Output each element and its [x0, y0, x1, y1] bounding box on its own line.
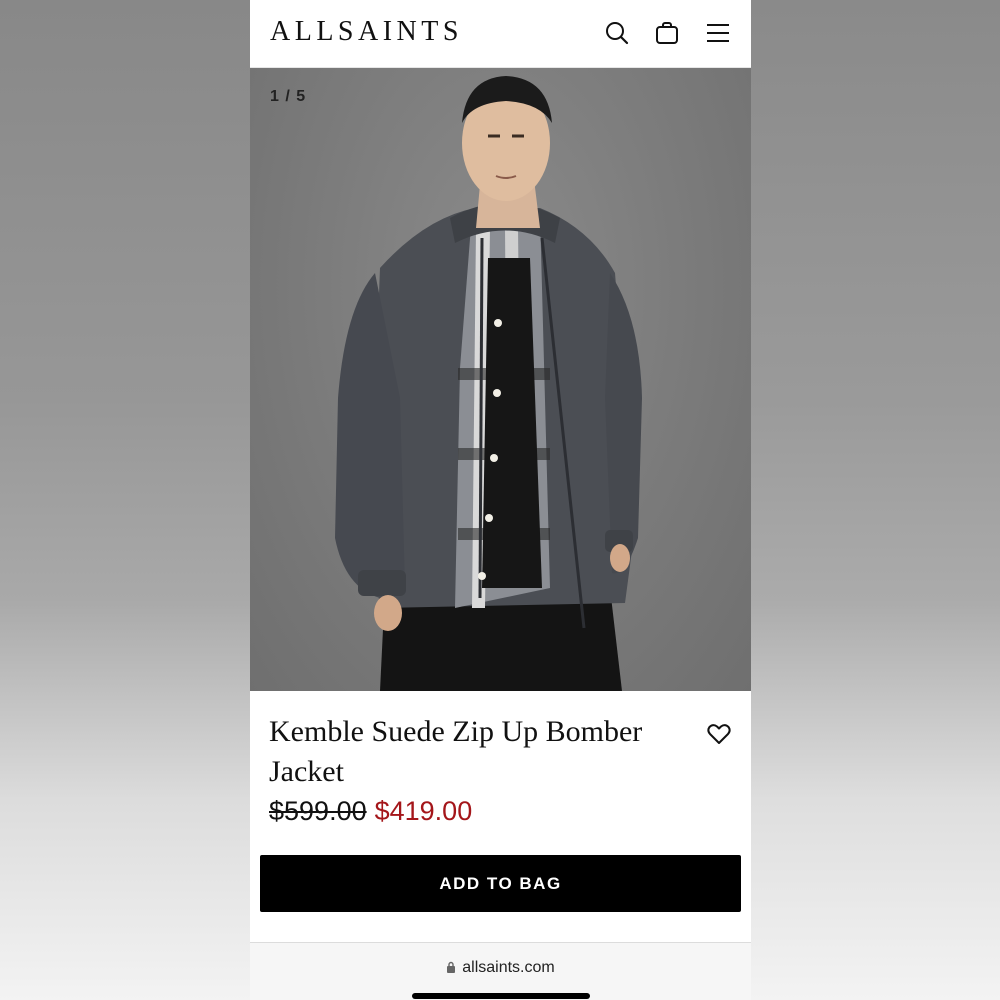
background-right: [750, 0, 1000, 1000]
url-display[interactable]: allsaints.com: [250, 959, 751, 978]
url-text: allsaints.com: [462, 959, 555, 976]
menu-icon[interactable]: [705, 20, 731, 46]
brand-logo[interactable]: ALLSAINTS: [270, 16, 463, 48]
product-image[interactable]: 1 / 5: [250, 68, 751, 691]
product-title: Kemble Suede Zip Up Bomber Jacket: [269, 715, 643, 788]
home-indicator: [412, 993, 590, 999]
image-counter: 1 / 5: [270, 88, 307, 105]
bag-icon[interactable]: [654, 20, 680, 46]
sale-price: $419.00: [374, 796, 473, 826]
heart-icon[interactable]: [706, 722, 732, 746]
site-header: ALLSAINTS: [250, 0, 751, 68]
phone-screen: ALLSAINTS 1 / 5 Kemble Suede Zip Up Bomb…: [250, 0, 751, 1000]
search-icon[interactable]: [604, 20, 630, 46]
original-price: $599.00: [269, 796, 367, 826]
lock-icon: [446, 960, 456, 978]
price-block: $599.00 $419.00: [269, 796, 472, 827]
browser-address-bar[interactable]: allsaints.com: [250, 942, 751, 1000]
add-to-bag-button[interactable]: ADD TO BAG: [260, 855, 741, 912]
background-left: [0, 0, 250, 1000]
